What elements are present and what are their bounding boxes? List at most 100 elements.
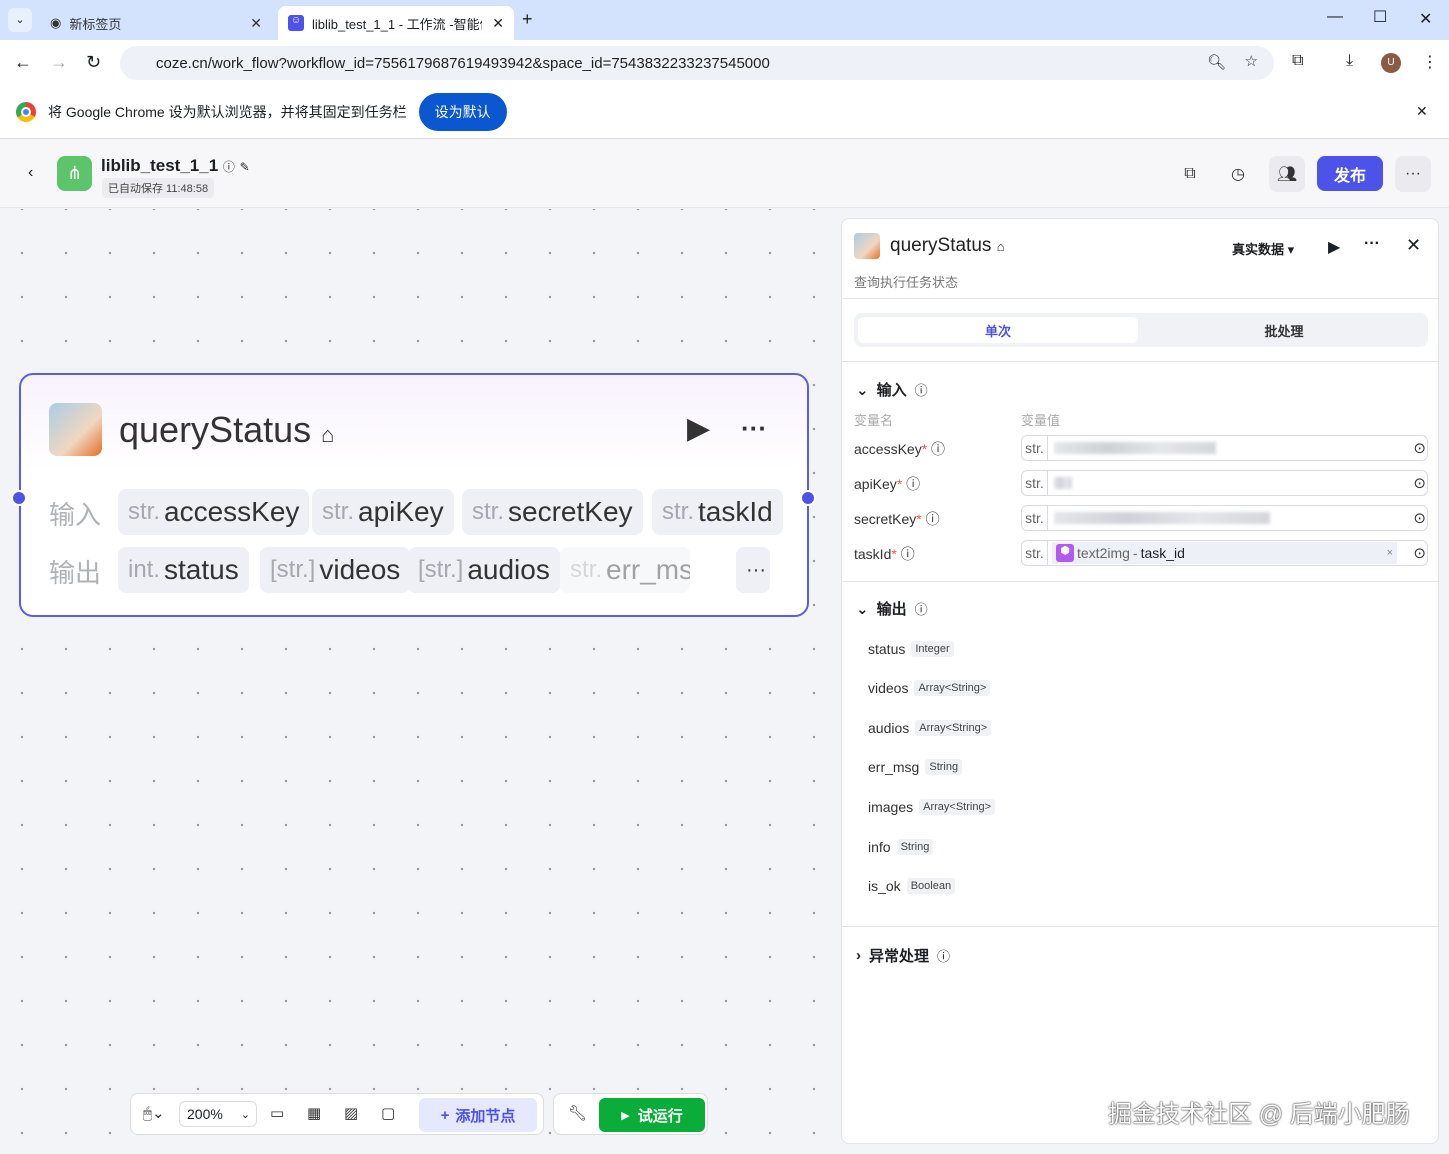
publish-button[interactable]: 发布 — [1317, 156, 1383, 191]
minimap-icon[interactable]: ▢ — [381, 1104, 395, 1122]
panel-more-icon[interactable]: ··· — [1364, 235, 1380, 253]
close-panel-icon[interactable]: ✕ — [1406, 235, 1421, 256]
comment-icon[interactable]: ▭ — [270, 1104, 284, 1122]
default-browser-infobar: 将 Google Chrome 设为默认浏览器，并将其固定到任务栏 设为默认 ✕ — [0, 86, 1449, 139]
minimize-button[interactable]: — — [1327, 8, 1343, 26]
coze-icon: ☺ — [288, 15, 304, 31]
input-row-accesskey: accessKey* ⓘ str. ⊙ — [854, 435, 1429, 461]
image-icon[interactable]: ▨ — [344, 1104, 358, 1122]
output-row: is_ok Boolean — [868, 878, 956, 894]
more-outputs-button[interactable]: ··· — [736, 547, 770, 593]
workflow-node-querystatus[interactable]: queryStatus ⌂ ▶ ··· 输入 输出 str. accessKey … — [11, 373, 816, 617]
info-icon[interactable]: ⓘ — [223, 160, 235, 174]
watermark: 掘金技术社区 @ 后端小肥肠 — [1108, 1101, 1410, 1128]
data-mode-select[interactable]: 真实数据 ▾ — [1232, 239, 1294, 258]
edit-icon[interactable]: ✎ — [240, 160, 250, 174]
chrome-logo-icon — [16, 102, 36, 122]
tab-single[interactable]: 单次 — [858, 317, 1138, 343]
chevron-right-icon: › — [856, 947, 861, 964]
node-avatar — [49, 403, 102, 456]
info-icon: ⓘ — [937, 949, 951, 964]
output-chip: str.err_msg — [560, 547, 690, 593]
tab-workflow[interactable]: ☺ liblib_test_1_1 - 工作流 -智能体 ✕ — [278, 6, 514, 40]
accesskey-field[interactable]: str. ⊙ — [1021, 435, 1428, 461]
run-node-icon[interactable]: ▶ — [1328, 237, 1340, 257]
close-infobar-icon[interactable]: ✕ — [1416, 103, 1428, 120]
output-row: audios Array<String> — [868, 720, 992, 736]
download-icon[interactable]: ⤓ — [1346, 52, 1353, 70]
close-tab-icon[interactable]: ✕ — [492, 15, 504, 32]
mode-tabs: 单次 批处理 — [854, 313, 1428, 347]
info-icon: ⓘ — [914, 383, 928, 398]
back-icon[interactable]: ‹ — [28, 164, 33, 182]
close-tab-icon[interactable]: ✕ — [250, 15, 262, 32]
output-port[interactable] — [800, 490, 816, 506]
variable-icon: ⊙ — [1413, 545, 1426, 562]
node-more-icon[interactable]: ··· — [741, 413, 767, 444]
maximize-button[interactable]: ☐ — [1373, 7, 1387, 27]
menu-icon[interactable]: ⋮ — [1422, 52, 1438, 72]
collaborators-icon[interactable]: 👥︎ — [1269, 156, 1305, 192]
tab-list-button[interactable]: ⌄ — [8, 8, 32, 32]
output-row: status Integer — [868, 641, 954, 657]
url-input[interactable]: coze.cn/work_flow?workflow_id=7556179687… — [120, 46, 1274, 80]
taskid-field[interactable]: str. ⬢ text2img - task_id × ⊙ — [1021, 540, 1428, 566]
output-row: info String — [868, 839, 934, 855]
zoom-select[interactable]: 200% ⌄ — [179, 1101, 257, 1127]
apikey-field[interactable]: str. ⊙ — [1021, 470, 1428, 496]
variable-reference: ⬢ text2img - task_id × — [1052, 542, 1397, 564]
chevron-down-icon: ⌄ — [856, 600, 869, 618]
node-avatar — [854, 233, 880, 259]
history-icon[interactable]: ◷ — [1220, 156, 1256, 192]
tab-batch[interactable]: 批处理 — [1144, 317, 1424, 343]
copy-icon[interactable]: ⧉ — [1172, 156, 1208, 192]
workflow-header: ‹ ⋔ liblib_test_1_1 ⓘ ✎ 已自动保存 11:48:58 ⧉… — [0, 140, 1449, 208]
tab-label: liblib_test_1_1 - 工作流 -智能体 — [312, 16, 482, 32]
column-header-name: 变量名 — [854, 413, 894, 428]
star-icon[interactable]: ☆ — [1245, 52, 1258, 70]
workflow-logo-icon: ⋔ — [57, 156, 92, 191]
mouse-mode-icon[interactable]: 🖱︎⌄ — [143, 1104, 165, 1122]
node-cube-icon: ⬢ — [1056, 544, 1074, 562]
column-header-value: 变量值 — [1021, 413, 1061, 428]
input-row-secretkey: secretKey* ⓘ str. ⊙ — [854, 505, 1429, 531]
avatar[interactable]: U — [1381, 53, 1401, 73]
set-default-button[interactable]: 设为默认 — [418, 93, 507, 131]
workflow-canvas[interactable] — [0, 209, 840, 1154]
output-chip: [str.] audios — [408, 547, 560, 593]
layout-icon[interactable]: ▦ — [307, 1104, 321, 1122]
extensions-icon[interactable]: ⧉ — [1292, 52, 1303, 70]
run-node-icon[interactable]: ▶ — [687, 411, 710, 446]
close-window-button[interactable]: ✕ — [1419, 9, 1432, 29]
workflow-title: liblib_test_1_1 ⓘ ✎ — [101, 156, 250, 175]
input-section-toggle[interactable]: ⌄ 输入 ⓘ — [856, 379, 928, 400]
input-chip: str. apiKey — [312, 489, 454, 535]
address-bar: ← → ↻ coze.cn/work_flow?workflow_id=7556… — [0, 40, 1449, 86]
secretkey-field[interactable]: str. ⊙ — [1021, 505, 1428, 531]
zoom-icon[interactable]: 🔍︎ — [1207, 53, 1226, 71]
tab-new-tab[interactable]: ◉ 新标签页 ✕ — [40, 6, 272, 40]
output-row: images Array<String> — [868, 799, 996, 815]
autosave-status: 已自动保存 11:48:58 — [102, 178, 215, 198]
add-node-button[interactable]: + 添加节点 — [419, 1098, 537, 1132]
output-section-toggle[interactable]: ⌄ 输出 ⓘ — [856, 598, 928, 619]
error-handling-toggle[interactable]: › 异常处理 ⓘ — [856, 945, 950, 966]
input-chip: str. secretKey — [462, 489, 643, 535]
input-port[interactable] — [11, 490, 27, 506]
clear-icon[interactable]: × — [1387, 547, 1393, 559]
variable-icon: ⊙ — [1413, 475, 1426, 492]
input-row-taskid: taskId* ⓘ str. ⬢ text2img - task_id × ⊙ — [854, 540, 1429, 566]
output-row: videos Array<String> — [868, 680, 991, 696]
new-tab-button[interactable]: + — [522, 9, 533, 30]
test-run-button[interactable]: ▶ 试运行 — [599, 1098, 705, 1132]
panel-title: queryStatus ⌂ — [890, 235, 1005, 256]
more-icon[interactable]: ··· — [1395, 156, 1431, 192]
output-chip: int. status — [118, 547, 249, 593]
back-icon[interactable]: ← — [14, 52, 32, 73]
input-chip: str. taskId — [652, 489, 783, 535]
info-icon: ⓘ — [914, 602, 928, 617]
forward-icon[interactable]: → — [50, 52, 68, 73]
wrench-icon[interactable]: 🔧︎ — [568, 1104, 587, 1122]
reload-icon[interactable]: ↻ — [86, 52, 101, 73]
canvas-toolbar: 🖱︎⌄ 200% ⌄ ▭ ▦ ▨ ▢ + 添加节点 — [130, 1093, 544, 1135]
